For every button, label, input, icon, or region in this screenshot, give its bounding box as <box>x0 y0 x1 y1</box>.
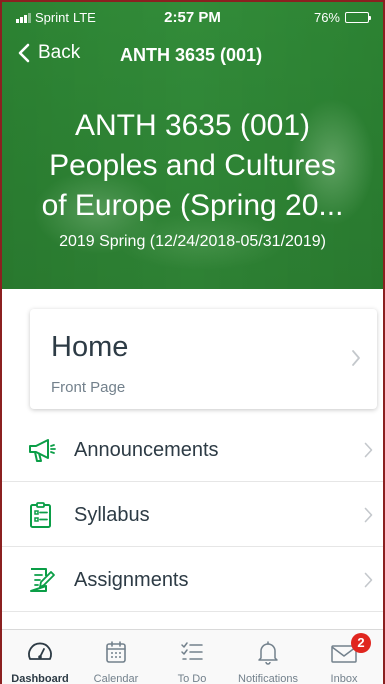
status-bar: Sprint LTE 2:57 PM 76% <box>2 2 383 36</box>
tab-calendar[interactable]: Calendar <box>78 630 154 684</box>
chevron-right-icon <box>352 350 360 366</box>
course-title-line: Peoples and Cultures <box>49 149 336 182</box>
chevron-right-icon <box>364 507 373 523</box>
tab-label: Dashboard <box>11 673 69 684</box>
course-menu: Home Front Page Announcements Syllabus A… <box>2 289 383 629</box>
assignments-icon <box>30 568 55 592</box>
chevron-right-icon <box>364 442 373 458</box>
tab-dashboard[interactable]: Dashboard <box>2 630 78 684</box>
tab-label: Inbox <box>330 673 358 684</box>
unread-badge: 2 <box>351 633 371 653</box>
chevron-right-icon <box>364 572 373 588</box>
app-frame: Sprint LTE 2:57 PM 76% Back ANTH 3635 (0… <box>0 0 385 684</box>
tab-inbox[interactable]: 2 Inbox <box>306 630 382 684</box>
home-subtitle: Front Page <box>51 379 126 396</box>
bell-icon <box>258 641 278 665</box>
menu-item-syllabus[interactable]: Syllabus <box>2 483 383 547</box>
menu-item-label: Announcements <box>74 439 219 461</box>
course-title: ANTH 3635 (001) Peoples and Cultures of … <box>2 106 383 226</box>
course-term-dates: 2019 Spring (12/24/2018-05/31/2019) <box>59 233 326 250</box>
dashboard-icon <box>28 642 52 660</box>
battery-percent: 76% <box>313 10 340 25</box>
status-right: 76% <box>313 10 371 25</box>
menu-item-announcements[interactable]: Announcements <box>2 418 383 482</box>
tab-label: Notifications <box>238 673 298 684</box>
megaphone-icon <box>29 439 56 462</box>
back-button[interactable]: Back <box>18 42 80 64</box>
course-header: Sprint LTE 2:57 PM 76% Back ANTH 3635 (0… <box>2 2 383 289</box>
todo-icon <box>181 642 203 660</box>
syllabus-icon <box>30 502 51 528</box>
tab-todo[interactable]: To Do <box>154 630 230 684</box>
nav-bar: Back ANTH 3635 (001) <box>2 38 383 74</box>
tab-label: To Do <box>177 673 207 684</box>
menu-item-assignments[interactable]: Assignments <box>2 548 383 612</box>
course-title-line: ANTH 3635 (001) <box>74 109 311 142</box>
home-card[interactable]: Home Front Page <box>30 309 377 409</box>
course-title-line: of Europe (Spring 20... <box>41 189 344 222</box>
tab-notifications[interactable]: Notifications <box>230 630 306 684</box>
chevron-left-icon <box>18 43 30 63</box>
tab-bar: Dashboard Calendar To Do Notifications 2… <box>2 629 383 684</box>
home-title: Home <box>51 331 129 363</box>
battery-icon <box>345 12 371 23</box>
calendar-icon <box>106 641 126 663</box>
tab-label: Calendar <box>93 673 139 684</box>
menu-item-label: Syllabus <box>74 504 150 526</box>
menu-item-label: Assignments <box>74 569 189 591</box>
nav-title: ANTH 3635 (001) <box>120 45 263 65</box>
back-label: Back <box>38 42 81 63</box>
